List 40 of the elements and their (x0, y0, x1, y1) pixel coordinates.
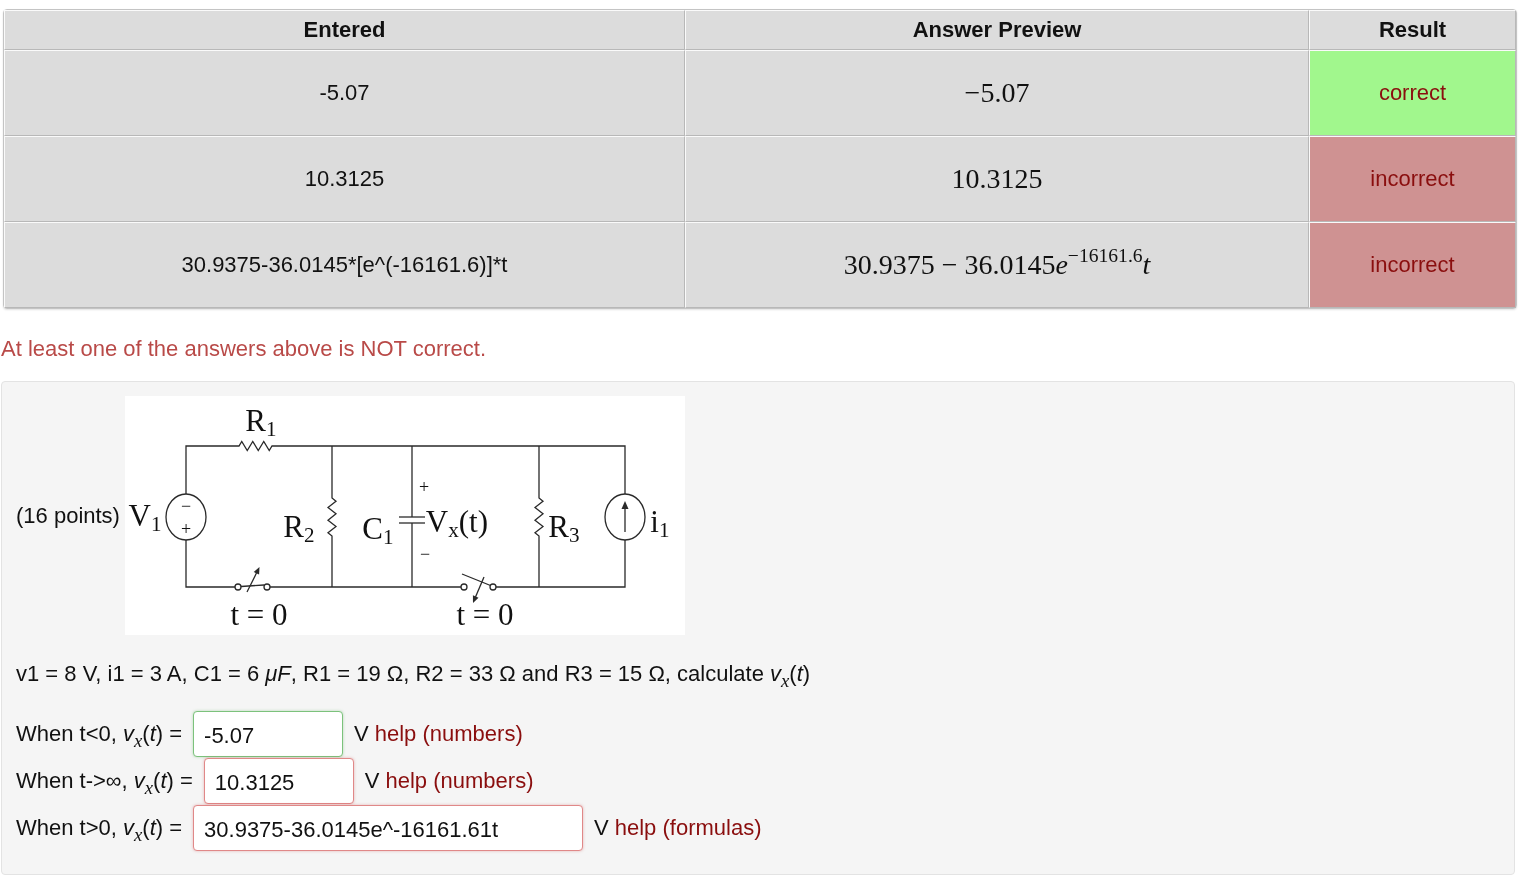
result-cell: incorrect (1309, 136, 1516, 222)
column-header: Result (1309, 10, 1516, 50)
result-cell: correct (1309, 50, 1516, 136)
table-cell: −5.07 (685, 50, 1309, 136)
problem-statement: v1 = 8 V, i1 = 3 A, C1 = 6 μF, R1 = 19 Ω, R2 = 33 Ω and R3 = 15 Ω, calculate v$_{x}$(t) (16, 661, 812, 687)
circuit-label: R$_{3}$ (548, 510, 580, 542)
answer-field[interactable]: 10.3125 (203, 758, 354, 804)
result-cell: incorrect (1309, 222, 1516, 308)
answer-field[interactable]: 30.9375-36.0145e^-16161.61t (193, 805, 584, 851)
circuit-label: V$_{1}$ (128, 499, 162, 531)
help-link[interactable]: help (numbers) (374, 711, 523, 757)
unit-label: V (354, 720, 369, 748)
polarity-sign: − (419, 545, 431, 563)
unit-label: V (364, 767, 380, 795)
polarity-sign: + (418, 478, 430, 496)
table-cell: 10.3125 (685, 136, 1309, 222)
unit-label: V (594, 814, 609, 842)
circuit-label: i$_{1}$ (650, 505, 670, 537)
table-cell: -5.07 (4, 50, 685, 136)
circuit-label: t = 0 (230, 598, 288, 630)
column-header: Answer Preview (685, 10, 1309, 50)
polarity-sign: + (180, 520, 192, 538)
table-cell: 10.3125 (4, 136, 685, 222)
circuit-label: V$_{x}$(t) (425, 505, 489, 537)
feedback-message: At least one of the answers above is NOT correct. (1, 336, 488, 362)
answer-label: When t>0, v$_{x}$(t) = (16, 814, 183, 847)
help-link[interactable]: help (formulas) (614, 805, 762, 851)
column-header: Entered (4, 10, 685, 50)
circuit-label: R$_{2}$ (283, 510, 315, 542)
help-link[interactable]: help (numbers) (385, 758, 534, 804)
table-cell: 30.9375 − 36.0145e$^{−16161.6}$t (685, 222, 1309, 308)
circuit-label: t = 0 (456, 598, 514, 630)
circuit-label: C$_{1}$ (362, 512, 394, 544)
answer-label: When t<0, v$_{x}$(t) = (16, 720, 183, 753)
points-label: (16 points) (16, 502, 120, 529)
polarity-sign: − (180, 497, 192, 515)
answer-field[interactable]: -5.07 (193, 711, 344, 757)
answer-label: When t->∞, v$_{x}$(t) = (16, 767, 193, 800)
table-cell: 30.9375-36.0145*[e^(-16161.6)]*t (4, 222, 685, 308)
circuit-label: R$_{1}$ (245, 404, 277, 436)
